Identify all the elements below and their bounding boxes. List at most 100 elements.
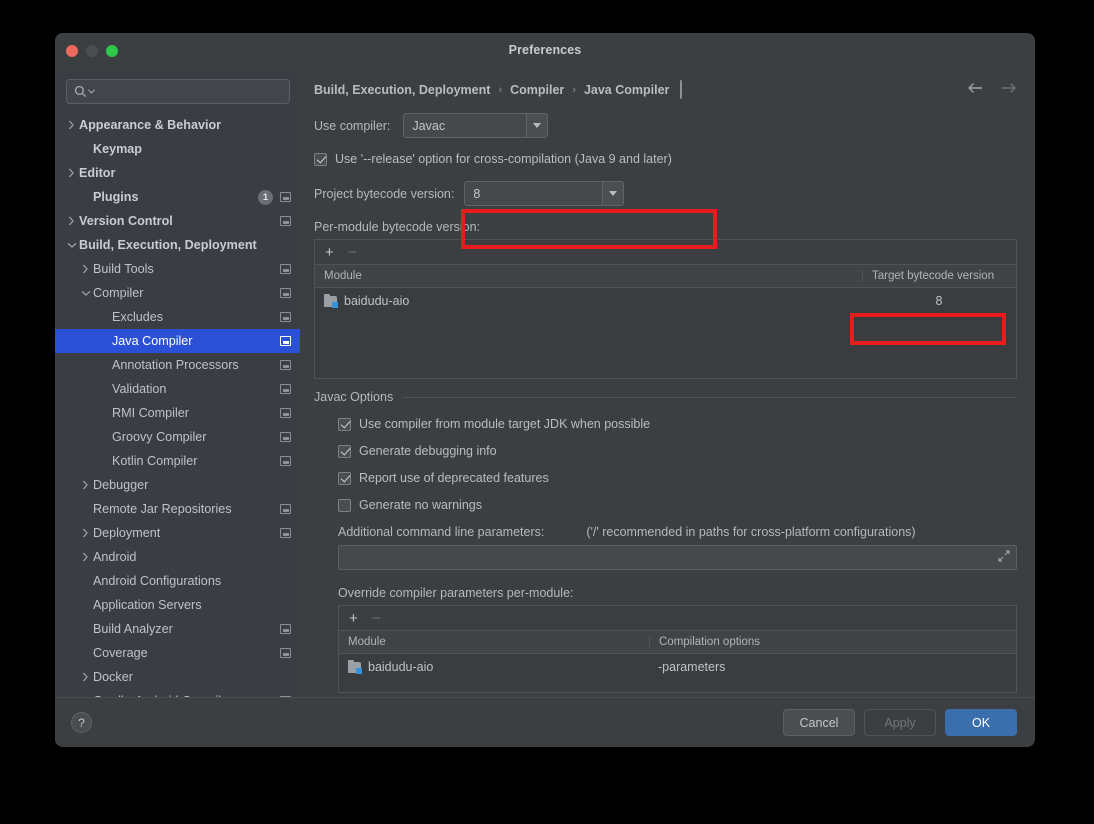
breadcrumb-segment-0[interactable]: Build, Execution, Deployment: [314, 83, 490, 97]
sidebar-item-editor[interactable]: Editor: [55, 161, 300, 185]
project-bytecode-select[interactable]: 8: [464, 181, 625, 206]
javac-option-checkbox-1[interactable]: [338, 444, 351, 458]
javac-option-label-1: Generate debugging info: [359, 444, 497, 458]
release-option-row[interactable]: Use '--release' option for cross-compila…: [314, 152, 1017, 166]
project-scope-icon: [280, 216, 291, 226]
sidebar-item-version-control[interactable]: Version Control: [55, 209, 300, 233]
chevron-down-icon[interactable]: [526, 114, 548, 137]
javac-option-checkbox-3[interactable]: [338, 498, 351, 512]
chevron-right-icon[interactable]: [78, 480, 93, 490]
sidebar-item-build-execution-deployment[interactable]: Build, Execution, Deployment: [55, 233, 300, 257]
javac-option-checkbox-2[interactable]: [338, 471, 351, 485]
use-compiler-select[interactable]: Javac: [403, 113, 549, 138]
additional-params-label: Additional command line parameters:: [338, 525, 545, 539]
search-box[interactable]: [66, 79, 290, 104]
release-option-checkbox[interactable]: [314, 152, 327, 166]
breadcrumb-segment-2[interactable]: Java Compiler: [584, 83, 669, 97]
column-header-compilation-options[interactable]: Compilation options: [649, 636, 1016, 648]
sidebar-item-android[interactable]: Android: [55, 545, 300, 569]
column-header-module[interactable]: Module: [339, 636, 649, 648]
chevron-down-icon[interactable]: [64, 242, 79, 249]
sidebar-item-coverage[interactable]: Coverage: [55, 641, 300, 665]
sidebar-item-remote-jar-repositories[interactable]: Remote Jar Repositories: [55, 497, 300, 521]
expand-icon[interactable]: [998, 549, 1010, 567]
chevron-right-icon[interactable]: [64, 216, 79, 226]
back-arrow-icon[interactable]: [967, 81, 984, 99]
sidebar-item-debugger[interactable]: Debugger: [55, 473, 300, 497]
sidebar-item-rmi-compiler[interactable]: RMI Compiler: [55, 401, 300, 425]
search-dropdown-icon[interactable]: [88, 89, 95, 94]
dialog-body: Appearance & Behavior Keymap Editor Plugins…: [55, 70, 1035, 697]
breadcrumb-segment-1[interactable]: Compiler: [510, 83, 564, 97]
sidebar-item-docker[interactable]: Docker: [55, 665, 300, 689]
project-scope-icon: [280, 192, 291, 202]
module-compilation-options[interactable]: -parameters: [649, 660, 1016, 674]
forward-arrow-icon[interactable]: [1000, 81, 1017, 99]
sidebar-item-compiler[interactable]: Compiler: [55, 281, 300, 305]
sidebar-item-label: Version Control: [79, 214, 173, 228]
chevron-right-icon[interactable]: [64, 120, 79, 130]
sidebar-item-keymap[interactable]: Keymap: [55, 137, 300, 161]
sidebar-item-build-tools[interactable]: Build Tools: [55, 257, 300, 281]
project-bytecode-row: Project bytecode version: 8: [314, 181, 1017, 206]
sidebar-item-annotation-processors[interactable]: Annotation Processors: [55, 353, 300, 377]
javac-option-row-0[interactable]: Use compiler from module target JDK when…: [338, 417, 1017, 431]
javac-options-body: Use compiler from module target JDK when…: [314, 417, 1017, 693]
apply-button[interactable]: Apply: [864, 709, 936, 736]
sidebar-item-build-analyzer[interactable]: Build Analyzer: [55, 617, 300, 641]
javac-option-row-3[interactable]: Generate no warnings: [338, 498, 1017, 512]
module-target-bytecode[interactable]: 8: [862, 294, 1016, 308]
column-header-module[interactable]: Module: [315, 270, 862, 282]
sidebar-item-label: Build Tools: [93, 262, 154, 276]
column-header-target-bytecode[interactable]: Target bytecode version: [862, 270, 1016, 282]
per-module-header: Module Target bytecode version: [315, 265, 1016, 288]
sidebar-item-label: Editor: [79, 166, 116, 180]
add-module-button[interactable]: +: [325, 245, 334, 260]
sidebar-item-excludes[interactable]: Excludes: [55, 305, 300, 329]
ok-button[interactable]: OK: [945, 709, 1017, 736]
chevron-right-icon[interactable]: [78, 552, 93, 562]
sidebar-item-gradle-android-compiler[interactable]: Gradle-Android Compiler: [55, 689, 300, 697]
chevron-right-icon[interactable]: [64, 168, 79, 178]
override-params-table: + − Module Compilation options baidudu-a…: [338, 605, 1017, 693]
chevron-down-icon[interactable]: [602, 182, 624, 205]
remove-override-button[interactable]: −: [372, 611, 381, 626]
breadcrumb-separator: ›: [498, 83, 503, 96]
per-module-toolbar: + −: [315, 240, 1016, 265]
help-button[interactable]: ?: [71, 712, 92, 733]
breadcrumb-separator: ›: [572, 83, 576, 96]
sidebar-item-plugins[interactable]: Plugins 1: [55, 185, 300, 209]
cancel-button[interactable]: Cancel: [783, 709, 855, 736]
sidebar-item-validation[interactable]: Validation: [55, 377, 300, 401]
javac-option-checkbox-0[interactable]: [338, 417, 351, 431]
sidebar-item-badge: 1: [258, 189, 273, 205]
sidebar-item-application-servers[interactable]: Application Servers: [55, 593, 300, 617]
per-module-label: Per-module bytecode version:: [314, 220, 481, 234]
search-input[interactable]: [99, 84, 282, 99]
javac-option-row-2[interactable]: Report use of deprecated features: [338, 471, 1017, 485]
chevron-right-icon[interactable]: [78, 672, 93, 682]
sidebar-item-appearance-behavior[interactable]: Appearance & Behavior: [55, 113, 300, 137]
chevron-right-icon[interactable]: [78, 528, 93, 538]
sidebar-item-label: Docker: [93, 670, 133, 684]
remove-module-button[interactable]: −: [348, 245, 357, 260]
dialog-title: Preferences: [508, 43, 582, 57]
sidebar-item-kotlin-compiler[interactable]: Kotlin Compiler: [55, 449, 300, 473]
chevron-right-icon[interactable]: [78, 264, 93, 274]
chevron-down-icon[interactable]: [78, 290, 93, 297]
sidebar-item-android-configurations[interactable]: Android Configurations: [55, 569, 300, 593]
dialog-footer: ? Cancel Apply OK: [55, 697, 1035, 747]
sidebar-item-groovy-compiler[interactable]: Groovy Compiler: [55, 425, 300, 449]
add-override-button[interactable]: +: [349, 611, 358, 626]
additional-params-input[interactable]: [347, 550, 998, 565]
sidebar-item-deployment[interactable]: Deployment: [55, 521, 300, 545]
sidebar-item-label: Java Compiler: [112, 334, 193, 348]
sidebar-item-label: Remote Jar Repositories: [93, 502, 232, 516]
sidebar-item-java-compiler[interactable]: Java Compiler: [55, 329, 300, 353]
table-row[interactable]: baidudu-aio 8: [315, 288, 1016, 314]
javac-options-title: Javac Options: [314, 390, 394, 404]
table-row[interactable]: baidudu-aio -parameters: [339, 654, 1016, 680]
javac-option-row-1[interactable]: Generate debugging info: [338, 444, 1017, 458]
javac-option-label-3: Generate no warnings: [359, 498, 482, 512]
additional-params-input-wrapper[interactable]: [338, 545, 1017, 570]
